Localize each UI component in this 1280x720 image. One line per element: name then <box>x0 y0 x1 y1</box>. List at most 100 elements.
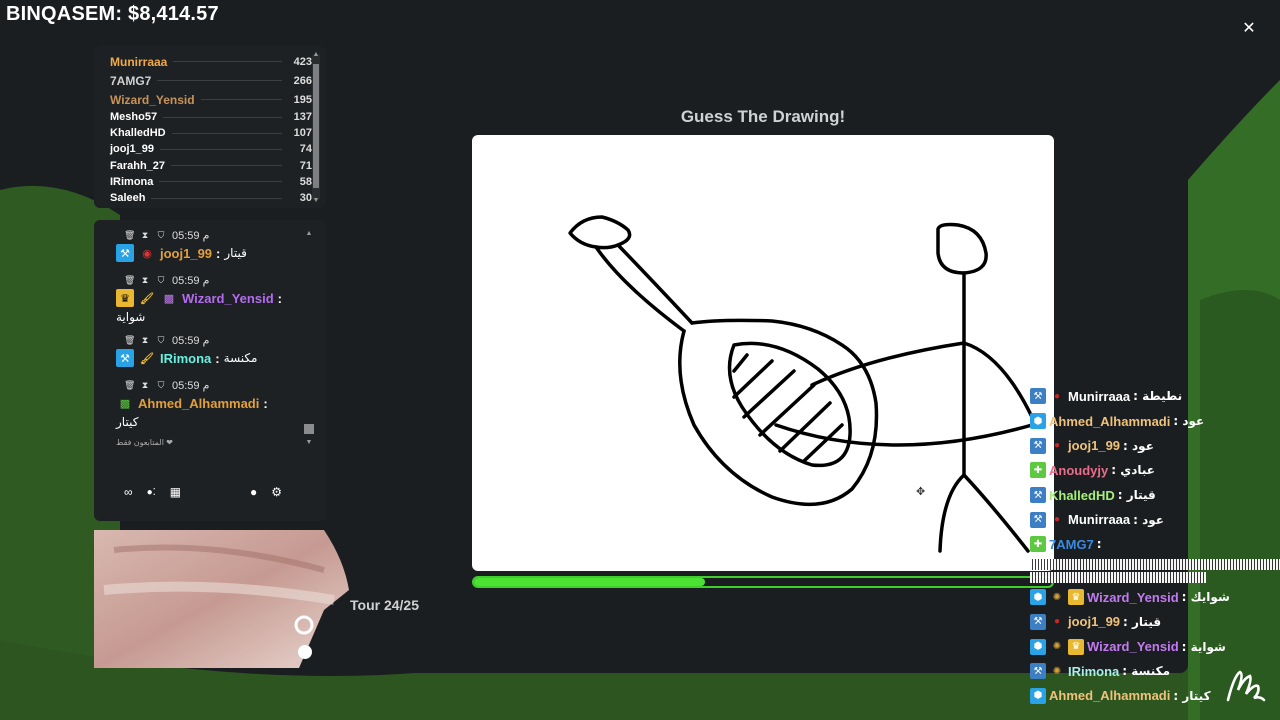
guess-username[interactable]: Wizard_Yensid <box>1087 590 1179 605</box>
chat-messages: 🗑 ⧗ ⛉ 05:59 م ⚒ ◉ jooj1_99: قيتار 🗑 ⧗ ⛉ 05:59 م ♛ 🖌 ▩ W… <box>116 228 312 429</box>
chat-toolbar: ∞ ●⁚ ▦ ● ⚙ <box>124 485 296 499</box>
guess-username[interactable]: jooj1_99 <box>1068 614 1120 629</box>
scroll-down-icon[interactable]: ▼ <box>312 197 320 204</box>
chat-timestamp: 05:59 م <box>172 274 210 287</box>
chat-scrollbar[interactable]: ▲ ▼ <box>304 230 314 446</box>
delete-icon[interactable]: 🗑 <box>124 275 135 286</box>
timeout-icon[interactable]: ⧗ <box>140 335 150 346</box>
chat-message: 🗑 ⧗ ⛉ 05:59 م ♛ 🖌 ▩ Wizard_Yensid: شواية <box>116 273 312 324</box>
leaderboard-divider <box>159 181 282 183</box>
leaderboard-row: Wizard_Yensid 195 <box>110 90 312 109</box>
leaderboard-scrollbar[interactable]: ▲ ▼ <box>312 51 320 204</box>
leaderboard-score: 195 <box>293 93 312 106</box>
delete-icon[interactable]: 🗑 <box>124 335 135 346</box>
timeout-icon[interactable]: ⧗ <box>140 380 150 391</box>
chat-message: 🗑 ⧗ ⛉ 05:59 م ⚒ 🖌 IRimona: مكنسة <box>116 333 312 369</box>
timeout-icon[interactable]: ⧗ <box>140 230 150 241</box>
leaderboard-score: 107 <box>293 127 312 140</box>
guess-username[interactable]: Ahmed_Alhammadi <box>1049 688 1170 703</box>
game-title: Guess The Drawing! <box>680 107 846 126</box>
leaderboard-score: 266 <box>293 74 312 87</box>
guess-username[interactable]: Anoudyjy <box>1049 463 1108 478</box>
round-progress-bar <box>472 576 1054 588</box>
leaderboard-divider <box>171 165 282 167</box>
scroll-up-icon[interactable]: ▲ <box>304 230 314 237</box>
scroll-thumb[interactable] <box>304 424 314 434</box>
guess-feed-row: ⚒ ● jooj1_99: عود <box>1030 433 1280 458</box>
guess-feed-row: ⚒ ● jooj1_99: قيتار <box>1030 610 1280 635</box>
chat-message-meta: 🗑 ⧗ ⛉ 05:59 م <box>116 333 312 347</box>
guess-text: : شواية <box>1181 639 1226 654</box>
chat-username[interactable]: Ahmed_Alhammadi <box>138 396 259 411</box>
app-logo-icon <box>1224 666 1266 706</box>
chat-message: 🗑 ⧗ ⛉ 05:59 م ▩ Ahmed_Alhammadi: كيتار <box>116 378 312 430</box>
chat-message-text: كيتار <box>116 415 139 429</box>
chat-bubble-icon[interactable]: ● <box>250 485 257 499</box>
guess-feed-row: ✚ 7AMG7: <box>1030 532 1280 557</box>
guess-text: : قيتار <box>1123 614 1162 629</box>
shield-icon[interactable]: ⛉ <box>156 275 166 286</box>
share-icon[interactable]: ●⁚ <box>147 487 156 498</box>
chat-timestamp: 05:59 م <box>172 229 210 242</box>
chat-message-text: مكنسة <box>223 351 258 365</box>
leaderboard-player-name: Munirraaa <box>110 54 168 69</box>
user-badge-icon: ● <box>1053 390 1061 402</box>
chat-separator: : <box>263 395 268 411</box>
infinity-icon[interactable]: ∞ <box>124 485 133 499</box>
store-icon[interactable]: ▦ <box>170 485 181 499</box>
chat-username[interactable]: jooj1_99 <box>160 246 212 261</box>
guess-feed: ⚒ ● Munirraaa: نطيطة ⬢ Ahmed_Alhammadi: عود ⚒… <box>1030 384 1280 708</box>
leaderboard-row: jooj1_99 74 <box>110 141 312 157</box>
guess-feed-row: ⚒ ● Munirraaa: نطيطة <box>1030 384 1280 409</box>
chat-message: 🗑 ⧗ ⛉ 05:59 م ⚒ ◉ jooj1_99: قيتار <box>116 228 312 264</box>
crosshair-cursor-icon: ✥ <box>916 486 926 498</box>
chat-message-meta: 🗑 ⧗ ⛉ 05:59 م <box>116 378 312 392</box>
shield-icon[interactable]: ⛉ <box>156 230 166 241</box>
user-badge-icon: ✚ <box>1030 536 1046 553</box>
shield-icon[interactable]: ⛉ <box>156 380 166 391</box>
leaderboard-row: Munirraaa 423 <box>110 52 312 71</box>
guess-username[interactable]: Munirraaa <box>1068 512 1130 527</box>
scroll-down-icon[interactable]: ▼ <box>304 439 314 446</box>
leaderboard-list: Munirraaa 423 7AMG7 266 Wizard_Yensid 195 Mesh… <box>110 52 312 206</box>
timeout-icon[interactable]: ⧗ <box>140 275 150 286</box>
chat-timestamp: 05:59 م <box>172 379 210 392</box>
user-badge-icon: ⚒ <box>1030 437 1046 454</box>
leaderboard-divider <box>171 132 282 134</box>
user-badge-icon: ⚒ <box>116 349 134 367</box>
chat-separator: : <box>277 290 282 306</box>
user-badge-icon: ▩ <box>119 397 131 410</box>
guess-username[interactable]: Wizard_Yensid <box>1087 639 1179 654</box>
guess-username[interactable]: Ahmed_Alhammadi <box>1049 414 1170 429</box>
guess-username[interactable]: Munirraaa <box>1068 389 1130 404</box>
leaderboard-player-name: Mesho57 <box>110 111 158 124</box>
close-icon[interactable]: ✕ <box>1240 20 1258 38</box>
guess-feed-row: ⚒ ● Munirraaa: عود <box>1030 507 1280 532</box>
user-badge-icon: ⬢ <box>1030 413 1046 430</box>
delete-icon[interactable]: 🗑 <box>124 380 135 391</box>
chat-message-meta: 🗑 ⧗ ⛉ 05:59 م <box>116 273 312 287</box>
leaderboard-player-name: IRimona <box>110 175 154 188</box>
user-badge-icon: ◉ <box>142 247 152 260</box>
guess-username[interactable]: 7AMG7 <box>1049 537 1094 552</box>
chat-separator: : <box>216 245 221 261</box>
guess-username[interactable]: IRimona <box>1068 664 1119 679</box>
gear-icon[interactable]: ⚙ <box>271 485 282 499</box>
user-badge-icon: ♛ <box>1068 589 1084 606</box>
scroll-thumb[interactable] <box>313 64 319 188</box>
glitched-message <box>1030 558 1280 570</box>
guess-username[interactable]: jooj1_99 <box>1068 438 1120 453</box>
chat-message-body: ▩ Ahmed_Alhammadi: <box>116 392 312 414</box>
chat-message-meta: 🗑 ⧗ ⛉ 05:59 م <box>116 228 312 242</box>
webcam-feed <box>94 530 349 668</box>
leaderboard-player-name: Saleeh <box>110 192 146 205</box>
delete-icon[interactable]: 🗑 <box>124 230 135 241</box>
guess-username[interactable]: KhalledHD <box>1049 488 1115 503</box>
drawing-canvas[interactable] <box>472 135 1054 571</box>
scroll-up-icon[interactable]: ▲ <box>312 51 320 58</box>
shield-icon[interactable]: ⛉ <box>156 335 166 346</box>
glitched-message <box>1030 571 1206 583</box>
chat-username[interactable]: Wizard_Yensid <box>182 291 274 306</box>
user-badge-icon: ✚ <box>1030 462 1046 479</box>
chat-username[interactable]: IRimona <box>160 351 211 366</box>
